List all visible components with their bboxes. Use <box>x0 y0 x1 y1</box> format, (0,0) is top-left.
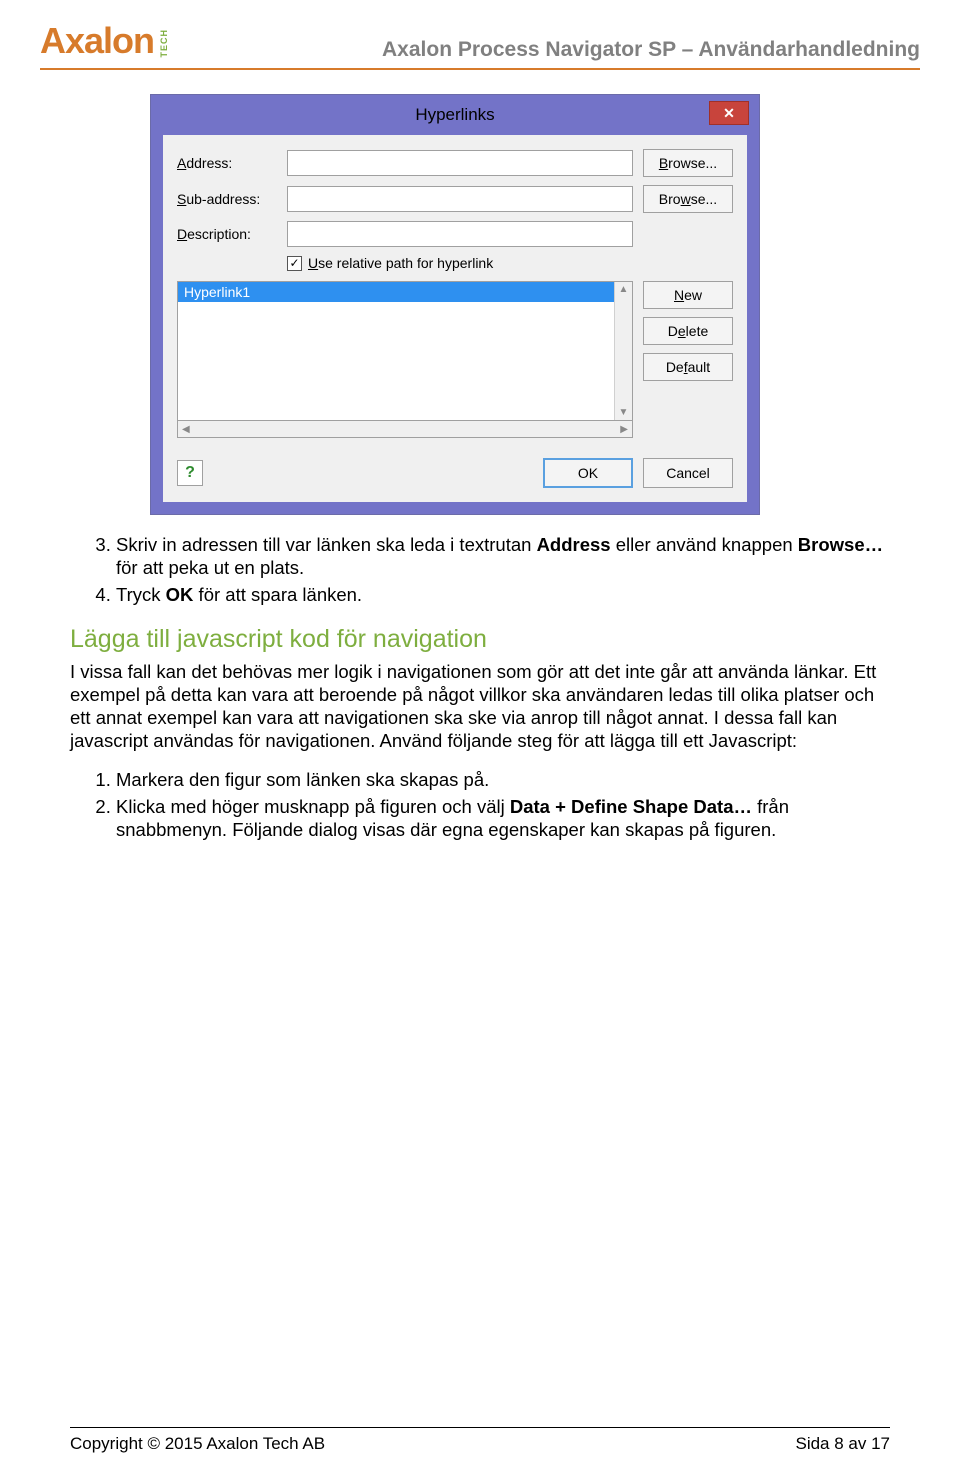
default-button[interactable]: Default <box>643 353 733 381</box>
dialog-titlebar: Hyperlinks ✕ <box>151 95 759 135</box>
list-item: Markera den figur som länken ska skapas … <box>116 768 890 791</box>
list-item[interactable]: Hyperlink1 <box>178 282 614 302</box>
dialog-footer: ? OK Cancel <box>177 458 733 488</box>
help-icon: ? <box>185 464 195 482</box>
dialog-body: Address: Browse... Sub-address: Browse..… <box>151 135 759 514</box>
hyperlinks-dialog: Hyperlinks ✕ Address: Browse... Sub-addr… <box>150 94 760 515</box>
ordered-list-2: Markera den figur som länken ska skapas … <box>70 768 890 841</box>
address-row: Address: Browse... <box>177 149 733 177</box>
dialog-title: Hyperlinks <box>151 105 759 125</box>
section-heading: Lägga till javascript kod för navigation <box>70 624 890 655</box>
description-label: Description: <box>177 226 287 242</box>
ordered-list-1: Skriv in adressen till var länken ska le… <box>70 533 890 606</box>
delete-button[interactable]: Delete <box>643 317 733 345</box>
ok-button[interactable]: OK <box>543 458 633 488</box>
page-footer: Copyright © 2015 Axalon Tech AB Sida 8 a… <box>70 1427 890 1454</box>
scroll-up-icon: ▲ <box>619 284 629 295</box>
list-item: Tryck OK för att spara länken. <box>116 583 890 606</box>
hyperlink-list-area: Hyperlink1 ▲ ▼ ◀ ▶ New <box>177 281 733 438</box>
help-button[interactable]: ? <box>177 460 203 486</box>
hyperlink-listbox[interactable]: Hyperlink1 ▲ ▼ <box>177 281 633 421</box>
list-item: Klicka med höger musknapp på figuren och… <box>116 795 890 841</box>
relative-path-label: Use relative path for hyperlink <box>308 255 493 271</box>
page-content: Skriv in adressen till var länken ska le… <box>0 533 960 842</box>
browse-address-button[interactable]: Browse... <box>643 149 733 177</box>
document-title: Axalon Process Navigator SP – Användarha… <box>382 38 920 62</box>
hyperlinks-dialog-screenshot: Hyperlinks ✕ Address: Browse... Sub-addr… <box>150 94 760 515</box>
relative-path-checkbox[interactable]: ✓ <box>287 256 302 271</box>
close-button[interactable]: ✕ <box>709 101 749 125</box>
header-divider <box>40 68 920 70</box>
logo-text: Axalon <box>40 20 154 62</box>
new-button[interactable]: New <box>643 281 733 309</box>
address-input[interactable] <box>287 150 633 176</box>
scroll-down-icon: ▼ <box>619 407 629 418</box>
vertical-scrollbar[interactable]: ▲ ▼ <box>614 282 632 420</box>
subaddress-input[interactable] <box>287 186 633 212</box>
list-side-buttons: New Delete Default <box>643 281 733 438</box>
subaddress-row: Sub-address: Browse... <box>177 185 733 213</box>
page-number: Sida 8 av 17 <box>795 1434 890 1454</box>
check-icon: ✓ <box>289 257 299 269</box>
description-row: Description: <box>177 221 733 247</box>
description-input[interactable] <box>287 221 633 247</box>
page-header: Axalon TECH Axalon Process Navigator SP … <box>0 0 960 68</box>
list-item: Skriv in adressen till var länken ska le… <box>116 533 890 579</box>
paragraph: I vissa fall kan det behövas mer logik i… <box>70 660 890 753</box>
scroll-left-icon: ◀ <box>182 424 190 435</box>
copyright-text: Copyright © 2015 Axalon Tech AB <box>70 1434 325 1454</box>
scroll-right-icon: ▶ <box>620 424 628 435</box>
logo: Axalon TECH <box>40 20 169 62</box>
dialog-inner: Address: Browse... Sub-address: Browse..… <box>163 135 747 502</box>
relative-path-row: ✓ Use relative path for hyperlink <box>287 255 733 271</box>
browse-subaddress-button[interactable]: Browse... <box>643 185 733 213</box>
logo-tech-suffix: TECH <box>159 25 169 58</box>
address-label: Address: <box>177 155 287 171</box>
horizontal-scrollbar[interactable]: ◀ ▶ <box>177 420 633 438</box>
close-icon: ✕ <box>723 105 735 122</box>
subaddress-label: Sub-address: <box>177 191 287 207</box>
cancel-button[interactable]: Cancel <box>643 458 733 488</box>
